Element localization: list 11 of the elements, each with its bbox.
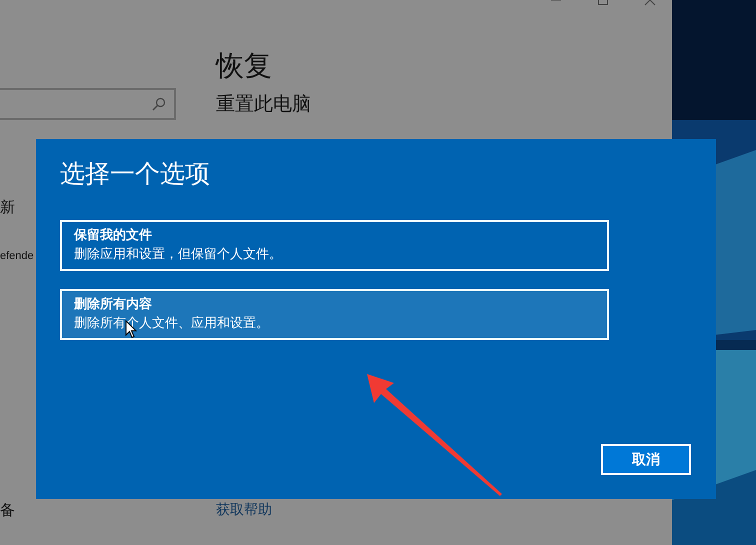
dialog-title: 选择一个选项 — [60, 158, 211, 190]
help-link[interactable]: 获取帮助 — [216, 502, 311, 519]
search-icon — [152, 97, 166, 111]
page-heading: 恢复 — [216, 48, 273, 84]
cancel-button[interactable]: 取消 — [601, 444, 691, 475]
sidebar-item[interactable]: 备 — [0, 502, 15, 519]
section-heading: 重置此电脑 — [216, 92, 311, 116]
option-button[interactable]: 保留我的文件 删除应用和设置，但保留个人文件。 — [60, 220, 609, 271]
search-field[interactable] — [0, 88, 176, 120]
sidebar-item[interactable]: 新 — [0, 199, 15, 216]
sidebar-item[interactable]: efende — [0, 248, 34, 265]
